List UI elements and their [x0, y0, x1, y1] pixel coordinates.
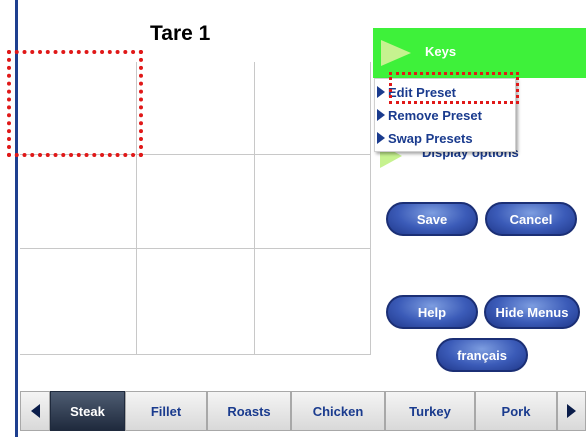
keys-menu-header[interactable]: Keys: [373, 28, 586, 78]
save-button[interactable]: Save: [386, 202, 478, 236]
arrow-left-icon: [30, 404, 40, 418]
page-title: Tare 1: [150, 22, 211, 45]
hide-menus-button[interactable]: Hide Menus: [484, 295, 580, 329]
tab-roasts[interactable]: Roasts: [207, 391, 291, 431]
preset-cell-8[interactable]: [137, 249, 254, 354]
scroll-right-button[interactable]: [557, 391, 586, 431]
tab-steak[interactable]: Steak: [50, 391, 125, 431]
display-options-item[interactable]: Display options: [380, 150, 530, 172]
menu-arrow-icon: [377, 132, 385, 144]
play-arrow-icon: [381, 40, 411, 66]
category-tab-bar: Steak Fillet Roasts Chicken Turkey Pork: [20, 391, 586, 431]
menu-arrow-icon: [377, 86, 385, 98]
preset-cell-3[interactable]: [255, 62, 370, 154]
help-button[interactable]: Help: [386, 295, 478, 329]
arrow-right-icon: [567, 404, 576, 418]
menu-item-remove-preset[interactable]: Remove Preset: [377, 108, 482, 126]
grid-divider: [370, 62, 371, 354]
menu-item-swap-presets[interactable]: Swap Presets: [377, 131, 473, 149]
tab-chicken[interactable]: Chicken: [291, 391, 385, 431]
language-button[interactable]: français: [436, 338, 528, 372]
preset-cell-2[interactable]: [137, 62, 254, 154]
scroll-left-button[interactable]: [20, 391, 50, 431]
play-arrow-icon: [380, 150, 402, 168]
menu-arrow-icon: [377, 109, 385, 121]
grid-divider: [20, 354, 371, 355]
tab-turkey[interactable]: Turkey: [385, 391, 475, 431]
selected-cell-highlight: [7, 50, 143, 157]
tab-pork[interactable]: Pork: [475, 391, 557, 431]
keys-label: Keys: [425, 44, 457, 59]
preset-cell-7[interactable]: [20, 249, 136, 354]
menu-item-highlight: [389, 72, 519, 104]
cancel-button[interactable]: Cancel: [485, 202, 577, 236]
preset-cell-9[interactable]: [255, 249, 370, 354]
preset-cell-5[interactable]: [137, 155, 254, 248]
tab-fillet[interactable]: Fillet: [125, 391, 207, 431]
preset-cell-4[interactable]: [20, 155, 136, 248]
preset-cell-6[interactable]: [255, 155, 370, 248]
